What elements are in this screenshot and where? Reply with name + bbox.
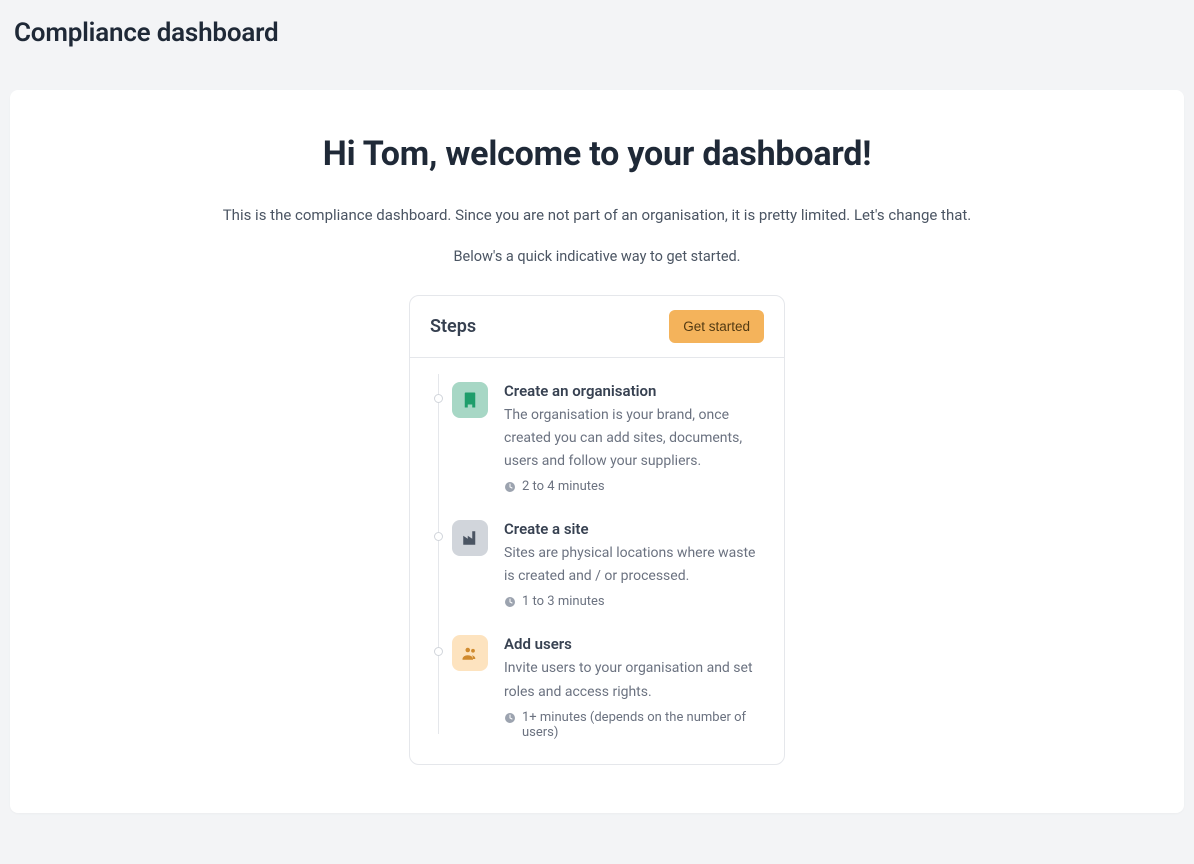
building-icon <box>452 382 488 418</box>
clock-icon <box>504 596 516 608</box>
step-time-label: 2 to 4 minutes <box>522 479 605 494</box>
timeline-marker <box>434 394 443 403</box>
users-icon <box>452 635 488 671</box>
step-time-label: 1+ minutes (depends on the number of use… <box>522 710 760 740</box>
step-description: Invite users to your organisation and se… <box>504 657 760 703</box>
clock-icon <box>504 481 516 493</box>
step-title: Create an organisation <box>504 382 760 400</box>
welcome-subtext-1: This is the compliance dashboard. Since … <box>42 206 1152 224</box>
get-started-button[interactable]: Get started <box>669 310 764 343</box>
timeline-marker <box>434 647 443 656</box>
welcome-card: Hi Tom, welcome to your dashboard! This … <box>10 90 1184 813</box>
steps-panel-header: Steps Get started <box>410 296 784 358</box>
welcome-heading: Hi Tom, welcome to your dashboard! <box>42 134 1152 174</box>
steps-panel: Steps Get started Create an organisation… <box>409 295 785 765</box>
step-title: Create a site <box>504 520 760 538</box>
steps-title: Steps <box>430 316 476 337</box>
step-time: 1 to 3 minutes <box>504 594 760 609</box>
clock-icon <box>504 712 516 724</box>
step-title: Add users <box>504 635 760 653</box>
step-time-label: 1 to 3 minutes <box>522 594 605 609</box>
welcome-subtext-2: Below's a quick indicative way to get st… <box>42 248 1152 265</box>
timeline-marker <box>434 532 443 541</box>
step-time: 1+ minutes (depends on the number of use… <box>504 710 760 740</box>
step-description: The organisation is your brand, once cre… <box>504 404 760 473</box>
step-create-site: Create a site Sites are physical locatio… <box>434 520 760 609</box>
step-create-organisation: Create an organisation The organisation … <box>434 382 760 494</box>
step-time: 2 to 4 minutes <box>504 479 760 494</box>
step-add-users: Add users Invite users to your organisat… <box>434 635 760 739</box>
factory-icon <box>452 520 488 556</box>
steps-list: Create an organisation The organisation … <box>410 358 784 764</box>
page-title: Compliance dashboard <box>0 0 1194 54</box>
step-description: Sites are physical locations where waste… <box>504 542 760 588</box>
